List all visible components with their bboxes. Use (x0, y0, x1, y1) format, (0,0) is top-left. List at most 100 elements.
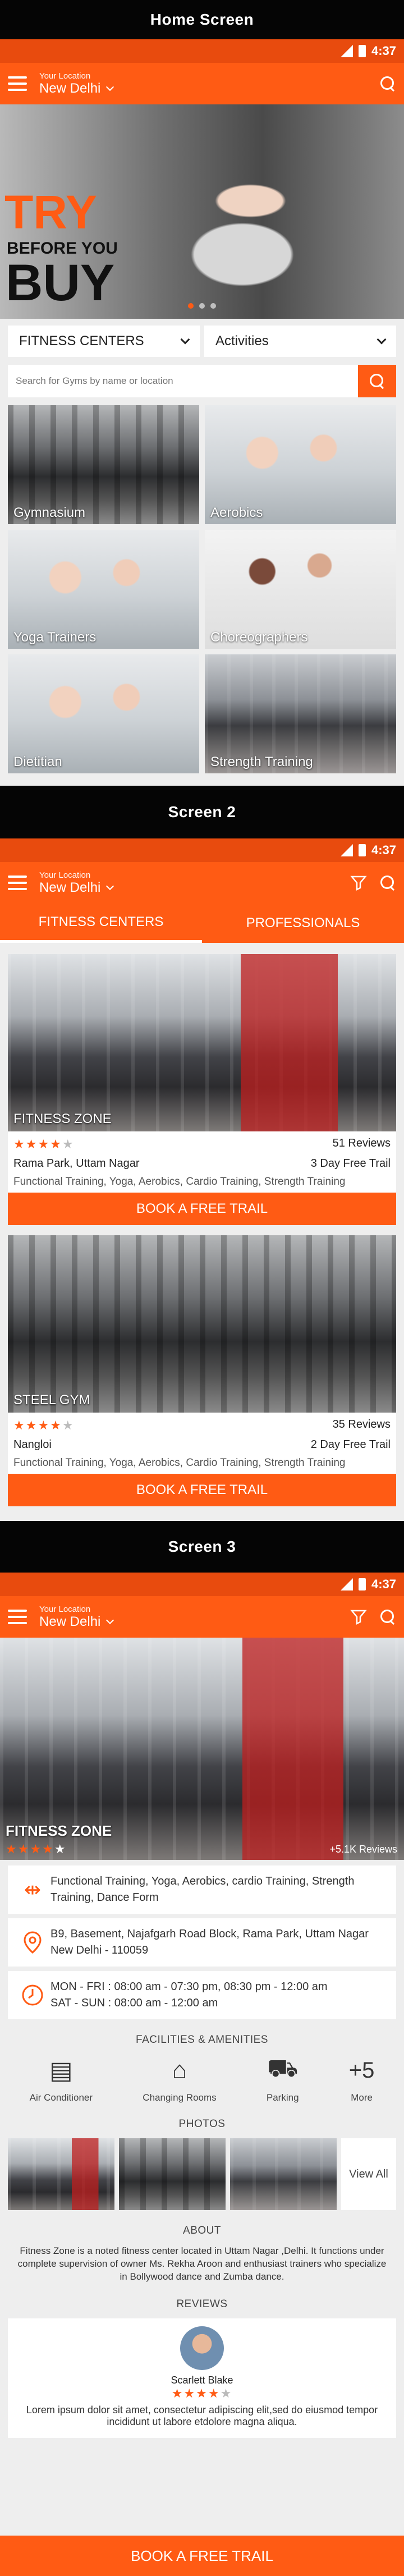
location-caption: Your Location (39, 1604, 91, 1614)
battery-icon (358, 45, 366, 57)
search-icon[interactable] (379, 75, 396, 92)
gym-area: Nangloi (13, 1438, 52, 1451)
address-row[interactable]: B9, Basement, Najafgarh Road Block, Rama… (8, 1918, 396, 1967)
carousel-dots[interactable] (0, 303, 404, 309)
reviews-heading: REVIEWS (176, 2298, 228, 2310)
status-time: 4:37 (371, 1577, 396, 1591)
search-input[interactable] (8, 365, 358, 397)
amenity-label: Parking (266, 2092, 299, 2103)
chevron-down-icon (180, 334, 190, 345)
gym-photo: STEEL GYM (8, 1235, 396, 1413)
tab-bar: FITNESS CENTERS PROFESSIONALS (0, 904, 404, 943)
chevron-down-icon (106, 1616, 114, 1624)
menu-icon[interactable] (8, 1610, 27, 1624)
gym-photo-thumb[interactable] (119, 2138, 226, 2210)
status-bar: 4:37 (0, 1573, 404, 1596)
promo-banner[interactable]: TRY BEFORE YOU BUY (0, 104, 404, 319)
search-button[interactable] (358, 365, 396, 397)
reviewer-name: Scarlett Blake (171, 2374, 233, 2386)
dropdown-label: FITNESS CENTERS (19, 333, 144, 349)
dropdown-label: Activities (215, 333, 269, 349)
about-heading: ABOUT (183, 2225, 221, 2236)
banner-buy: BUY (6, 254, 115, 311)
category-aerobics[interactable]: Aerobics (205, 405, 396, 524)
facilities-heading: FACILITIES & AMENITIES (136, 2034, 268, 2046)
location-selector[interactable]: Your Location New Delhi (39, 1604, 114, 1630)
view-all-photos-button[interactable]: View All (341, 2138, 396, 2210)
location-city: New Delhi (39, 879, 101, 895)
gym-name: FITNESS ZONE (13, 1111, 112, 1126)
rating-stars: ★★★★★ (6, 1842, 67, 1856)
location-selector[interactable]: Your Location New Delhi (39, 71, 114, 97)
book-free-trial-button[interactable]: BOOK A FREE TRAIL (8, 1474, 396, 1506)
gym-card[interactable]: FITNESS ZONE ★★★★★ 51 Reviews Rama Park, … (8, 954, 396, 1193)
fitness-centers-dropdown[interactable]: FITNESS CENTERS (8, 326, 200, 357)
free-trial-days: 3 Day Free Trail (310, 1157, 391, 1170)
hanger-icon: ⌂ (172, 2056, 187, 2084)
location-city: New Delhi (39, 1614, 101, 1629)
activities-dropdown[interactable]: Activities (204, 326, 396, 357)
banner-try: TRY (4, 186, 97, 239)
amenity-label: Air Conditioner (29, 2092, 93, 2103)
amenity-parking: ⛟ Parking (267, 2054, 299, 2103)
category-label: Choreographers (210, 630, 308, 645)
gym-services: Functional Training, Yoga, Aerobics, car… (50, 1875, 355, 1904)
amenity-label: More (351, 2092, 373, 2103)
book-free-trial-button[interactable]: BOOK A FREE TRAIL (0, 2536, 404, 2576)
search-icon[interactable] (379, 874, 396, 891)
filter-icon[interactable] (350, 874, 367, 891)
tab-fitness-centers[interactable]: FITNESS CENTERS (0, 904, 202, 943)
signal-icon (340, 844, 353, 856)
avatar (180, 2326, 224, 2370)
battery-icon (358, 1578, 366, 1590)
signal-icon (340, 1578, 353, 1590)
status-bar: 4:37 (0, 39, 404, 63)
gym-cover-photo: FITNESS ZONE ★★★★★ +5.1K Reviews (0, 1638, 404, 1860)
photo-strip: View All (0, 2138, 404, 2210)
chevron-down-icon (106, 82, 114, 91)
review-card: Scarlett Blake ★★★★★ Lorem ipsum dolor s… (8, 2318, 396, 2438)
chevron-down-icon (106, 882, 114, 890)
status-time: 4:37 (371, 843, 396, 857)
amenities-list: ▤ Air Conditioner ⌂ Changing Rooms ⛟ Parkin… (0, 2054, 404, 2103)
status-bar: 4:37 (0, 838, 404, 862)
gym-photo-thumb[interactable] (230, 2138, 337, 2210)
detail-screen: 4:37 Your Location New Delhi FITNESS ZON… (0, 1573, 404, 2576)
app-bar: Your Location New Delhi (0, 862, 404, 904)
category-gymnasium[interactable]: Gymnasium (8, 405, 199, 524)
screen-3-label: Screen 3 (0, 1521, 404, 1573)
rating-stars: ★★★★★ (13, 1137, 75, 1151)
category-strength-training[interactable]: Strength Training (205, 654, 396, 773)
signal-icon (340, 45, 353, 57)
category-label: Aerobics (210, 505, 263, 520)
category-grid: Gymnasium Aerobics Yoga Trainers Choreog… (0, 405, 404, 782)
menu-icon[interactable] (8, 76, 27, 91)
category-dietitian[interactable]: Dietitian (8, 654, 199, 773)
gym-area: Rama Park, Uttam Nagar (13, 1157, 140, 1170)
gym-photo: FITNESS ZONE (8, 954, 396, 1131)
tab-professionals[interactable]: PROFESSIONALS (202, 904, 404, 943)
book-free-trial-button[interactable]: BOOK A FREE TRAIL (8, 1193, 396, 1225)
hours-row: MON - FRI : 08:00 am - 07:30 pm, 08:30 p… (8, 1971, 396, 2019)
filter-icon[interactable] (350, 1608, 367, 1625)
gym-name: FITNESS ZONE (6, 1822, 112, 1839)
app-bar: Your Location New Delhi (0, 63, 404, 104)
review-count[interactable]: +5.1K Reviews (329, 1844, 397, 1855)
gym-card[interactable]: STEEL GYM ★★★★★ 35 Reviews Nangloi 2 Day F… (8, 1235, 396, 1474)
gym-photo-thumb[interactable] (8, 2138, 114, 2210)
search-icon[interactable] (379, 1608, 396, 1625)
review-count: 51 Reviews (332, 1137, 391, 1149)
location-selector[interactable]: Your Location New Delhi (39, 870, 114, 896)
menu-icon[interactable] (8, 876, 27, 890)
category-yoga-trainers[interactable]: Yoga Trainers (8, 530, 199, 649)
battery-icon (358, 844, 366, 856)
amenity-more[interactable]: +5 More (349, 2054, 375, 2103)
gym-services: Functional Training, Yoga, Aerobics, Car… (13, 1176, 346, 1188)
app-bar: Your Location New Delhi (0, 1596, 404, 1638)
gym-address: B9, Basement, Najafgarh Road Block, Rama… (50, 1928, 369, 1956)
review-count: 35 Reviews (332, 1418, 391, 1431)
status-time: 4:37 (371, 44, 396, 58)
category-choreographers[interactable]: Choreographers (205, 530, 396, 649)
air-conditioner-icon: ▤ (49, 2056, 73, 2084)
amenity-label: Changing Rooms (143, 2092, 217, 2103)
